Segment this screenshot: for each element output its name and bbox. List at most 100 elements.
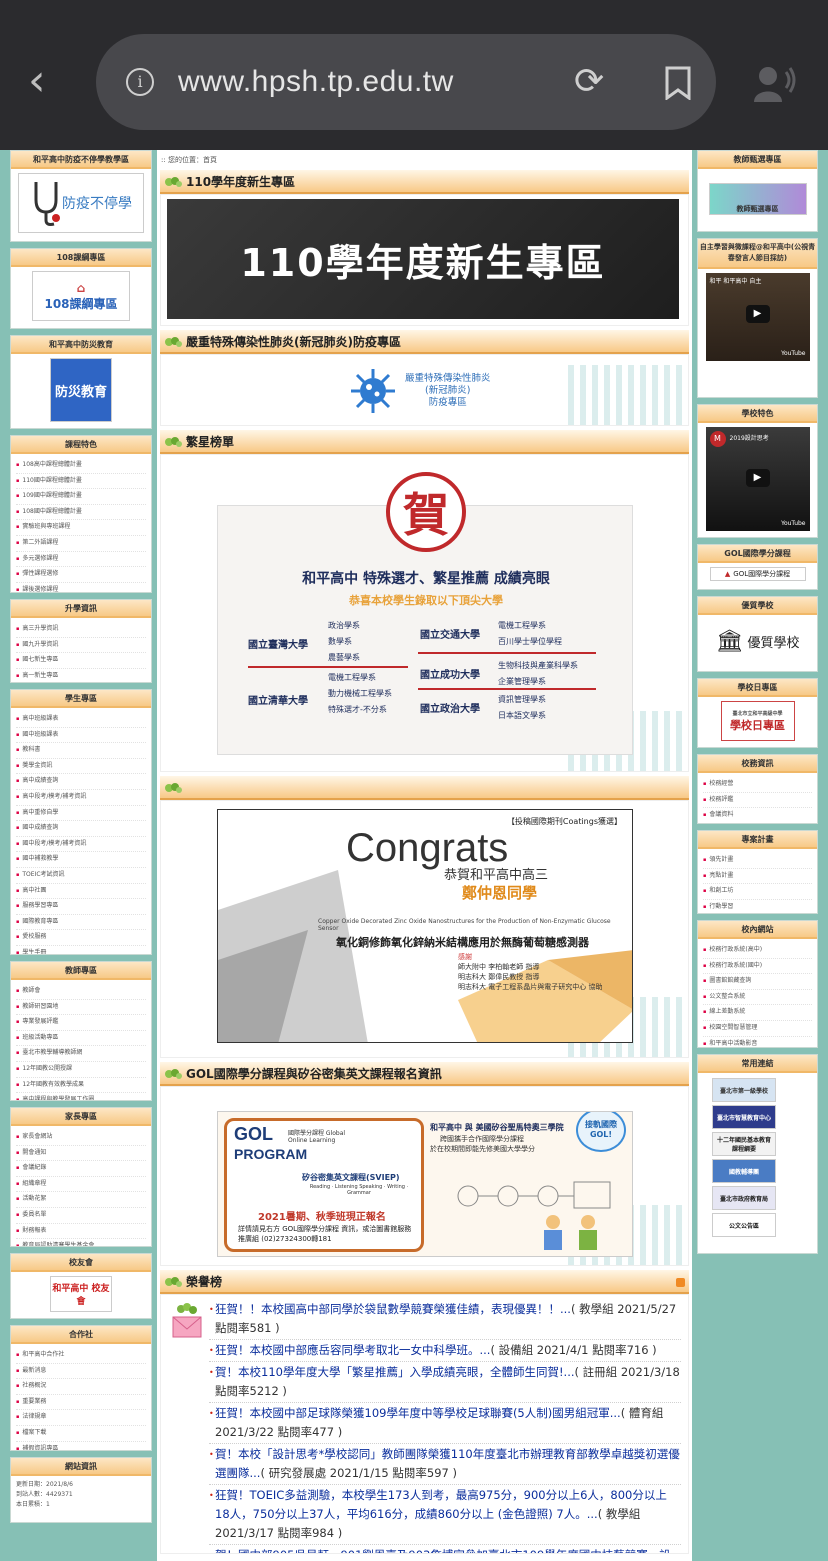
sidebar-link[interactable]: 12年國教有效教學成果 [16,1078,146,1094]
play-icon[interactable]: ▶ [745,305,770,323]
sidebar-link[interactable]: 重要業務 [16,1395,146,1411]
sidebar-link[interactable]: 領先計畫 [703,853,812,869]
sidebar-link[interactable]: 愛校服務 [16,930,146,946]
back-icon[interactable]: ‹ [28,58,68,104]
news-title[interactable]: 狂賀！本校國中部應岳容同學考取北一女中科學班。... [215,1343,490,1357]
sidebar-link[interactable]: 補假資訊專區 [16,1442,146,1450]
sidebar-link[interactable]: 檔案下載 [16,1426,146,1442]
sidebar-link[interactable]: 服務學習專區 [16,899,146,915]
quality-banner[interactable]: 🏛 優質學校 [709,619,807,663]
sidebar-link[interactable]: 高中重修自學 [16,806,146,822]
schoolday-banner[interactable]: 臺北市立和平高級中學 學校日專區 [720,701,795,741]
news-item[interactable]: 賀！本校「設計思考*學校認同」教師團隊榮獲110年度臺北市辦理教育部教學卓越獎初… [209,1444,681,1485]
sidebar-link[interactable]: 校務評鑑 [703,793,812,809]
sidebar-link[interactable]: 線上差勤系統 [703,1005,812,1021]
sidebar-link[interactable]: 班級活動專區 [16,1031,146,1047]
sidebar-link[interactable]: 和平高中合作社 [16,1348,146,1364]
news-title[interactable]: 狂賀！！本校國高中部同學於袋鼠數學競賽榮獲佳績，表現優異！！... [215,1302,571,1316]
sidebar-link[interactable]: 108國中課程總體計畫 [16,505,146,521]
sidebar-link[interactable]: 彈性課程選修 [16,567,146,583]
sidebar-link[interactable]: 專業發展評鑑 [16,1015,146,1031]
sidebar-link[interactable]: 法律規章 [16,1410,146,1426]
sidebar-link[interactable]: 校務行政系統(高中) [703,943,812,959]
reload-icon[interactable]: ⟳ [574,64,610,100]
link-banner[interactable]: 臺北市智慧教育中心 [712,1105,776,1129]
sidebar-link[interactable]: 109國中課程總體計畫 [16,489,146,505]
sidebar-link[interactable]: 校務行政系統(國中) [703,959,812,975]
news-title[interactable]: 賀！本校110學年度大學「繁星推薦」入學成績亮眼，全體師生同賀!... [215,1365,575,1379]
teacher-recruit-banner[interactable]: 教師甄選專區 [708,183,807,215]
news-item[interactable]: 狂賀！本校國中部應岳容同學考取北一女中科學班。...( 設備組 2021/4/1… [209,1340,681,1362]
sidebar-link[interactable]: 實驗班與專班課程 [16,520,146,536]
news-item[interactable]: 狂賀！TOEIC多益測驗，本校學生173人到考，最高975分，900分以上6人，… [209,1485,681,1545]
link-banner[interactable]: 十二年國民基本教育 課程綱要 [712,1132,776,1156]
covid-banner[interactable]: 嚴重特殊傳染性肺炎 (新冠肺炎) 防疫專區 [347,363,517,419]
congrats-poster[interactable]: 【投稿國際期刊Coatings獲選】 Congrats 恭賀和平高中高三 鄭仲恩… [217,809,633,1043]
bookmark-icon[interactable] [664,66,692,100]
sidebar-link[interactable]: 高中社團 [16,884,146,900]
sidebar-link[interactable]: 高中段考/模考/補考資訊 [16,790,146,806]
link-banner[interactable]: 臺北市政府教育局 [712,1186,776,1210]
sidebar-link[interactable]: 國中補救教學 [16,852,146,868]
alumni-banner[interactable]: 和平高中 校友會 [50,1276,112,1312]
sidebar-link[interactable]: 活動花絮 [16,1192,146,1208]
sidebar-link[interactable]: 開會通知 [16,1146,146,1162]
sidebar-link[interactable]: 亮點計畫 [703,869,812,885]
honor-poster[interactable]: 賀 和平高中 特殊選才、繁星推薦 成績亮眼 恭喜本校學生錄取以下頂尖大學 國立臺… [217,472,633,755]
play-icon[interactable]: ▶ [745,469,770,487]
news-item[interactable]: 賀！國中部905吳易軒、901劉恩嘉及903詹博宇參加臺北市109學年度國中技藝… [209,1545,681,1553]
sidebar-link[interactable]: 校園空間智慧管理 [703,1021,812,1037]
sidebar-link[interactable]: 會議資料 [703,808,812,823]
sidebar-link[interactable]: 最新消息 [16,1364,146,1380]
sidebar-link[interactable]: 委員名單 [16,1208,146,1224]
news-item[interactable]: 賀！本校110學年度大學「繁星推薦」入學成績亮眼，全體師生同賀!...( 註冊組… [209,1362,681,1403]
sidebar-link[interactable]: 國七新生專區 [16,653,146,669]
news-title[interactable]: 狂賀！本校國中部足球隊榮獲109學年度中等學校足球聯賽(5人制)國男組冠軍... [215,1406,621,1420]
sidebar-link[interactable]: 高中課程與教學發展工作圈 [16,1093,146,1100]
sidebar-link[interactable]: 臺北市教學輔導教師網 [16,1046,146,1062]
link-banner[interactable]: 公文公告區 [712,1213,776,1237]
address-bar[interactable]: i www.hpsh.tp.edu.tw ⟳ [96,34,716,130]
news-item[interactable]: 狂賀！本校國中部足球隊榮獲109學年度中等學校足球聯賽(5人制)國男組冠軍...… [209,1403,681,1444]
gol-side-banner[interactable]: ▲ GOL國際學分課程 [709,567,806,581]
sidebar-link[interactable]: 高一新生專區 [16,669,146,682]
sidebar-link[interactable]: 行動學習 [703,900,812,913]
news-item[interactable]: 狂賀！！本校國高中部同學於袋鼠數學競賽榮獲佳績，表現優異！！...( 教學組 2… [209,1299,681,1340]
sidebar-link[interactable]: 圖書館館藏查詢 [703,974,812,990]
video-features[interactable]: 2019設計思考 M ▶ YouTube [705,427,810,531]
sidebar-link[interactable]: 108高中課程總體計畫 [16,458,146,474]
sidebar-link[interactable]: 國中段考/模考/補考資訊 [16,837,146,853]
sidebar-link[interactable]: TOEIC考試資訊 [16,868,146,884]
sidebar-link[interactable]: 社務概況 [16,1379,146,1395]
sidebar-link[interactable]: 第二外語課程 [16,536,146,552]
sidebar-link[interactable]: 國際教育專區 [16,915,146,931]
sidebar-link[interactable]: 家長會網站 [16,1130,146,1146]
sidebar-link[interactable]: 高中班級課表 [16,712,146,728]
covid-teaching-banner[interactable]: 防疫不停學 [18,173,144,233]
sidebar-link[interactable]: 國九升學資訊 [16,638,146,654]
curriculum-108-banner[interactable]: ⌂ 108課綱專區 [32,271,130,321]
new-students-banner[interactable]: 110學年度新生專區 [167,199,679,319]
link-banner[interactable]: 國教輔導團 [712,1159,776,1183]
sidebar-link[interactable]: 高中成績查詢 [16,774,146,790]
sidebar-link[interactable]: 獎學金資訊 [16,759,146,775]
sidebar-link[interactable]: 教師會 [16,984,146,1000]
sidebar-link[interactable]: 和平高中活動影音 [703,1037,812,1047]
link-banner[interactable]: 臺北市第一級學校 [712,1078,776,1102]
disaster-banner[interactable]: 防災教育 [50,358,112,422]
news-title[interactable]: 賀！國中部905吳易軒、901劉恩嘉及903詹博宇參加臺北市109學年度國中技藝… [215,1548,671,1553]
sidebar-link[interactable]: 國中成績查詢 [16,821,146,837]
sidebar-link[interactable]: 和創工坊 [703,884,812,900]
gol-poster[interactable]: GOL PROGRAM 國際學分課程 Global Online Learnin… [217,1111,633,1257]
sidebar-link[interactable]: 教科書 [16,743,146,759]
sidebar-link[interactable]: 高三升學資訊 [16,622,146,638]
sidebar-link[interactable]: 教師研習園地 [16,1000,146,1016]
sidebar-link[interactable]: 多元選修課程 [16,552,146,568]
info-icon[interactable]: i [126,68,154,96]
voice-icon[interactable] [752,64,796,104]
sidebar-link[interactable]: 組織章程 [16,1177,146,1193]
url-text[interactable]: www.hpsh.tp.edu.tw [178,60,454,104]
sidebar-link[interactable]: 財務報表 [16,1224,146,1240]
sidebar-link[interactable]: 公文整合系統 [703,990,812,1006]
sidebar-link[interactable]: 學生手冊 [16,946,146,954]
